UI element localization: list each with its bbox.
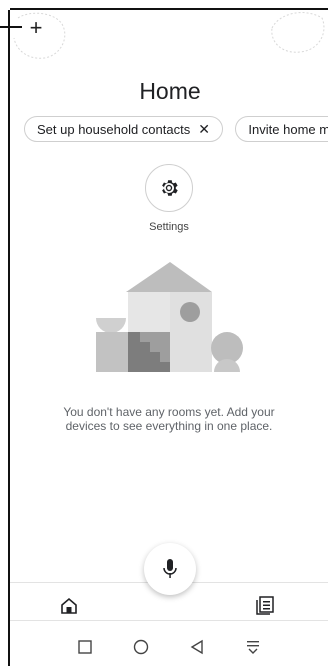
triangle-back-icon: [190, 639, 203, 655]
back-button[interactable]: [188, 638, 206, 656]
suggestion-chips: Set up household contacts ✕ Invite home …: [24, 116, 328, 142]
system-navigation-bar: [10, 620, 328, 666]
nav-home-button[interactable]: [60, 597, 78, 620]
gear-icon: [162, 180, 178, 196]
chip-setup-household-contacts[interactable]: Set up household contacts ✕: [24, 116, 223, 142]
empty-state-message: You don't have any rooms yet. Add your d…: [63, 405, 275, 433]
settings-button[interactable]: [145, 164, 193, 212]
notification-shade-icon: [247, 641, 259, 654]
nav-feed-button[interactable]: [255, 595, 275, 620]
scribble-right: [271, 12, 325, 53]
settings-label: Settings: [149, 221, 189, 233]
mic-button[interactable]: [144, 543, 196, 595]
app-screen: + Home Set up household contacts ✕ Invit…: [0, 0, 328, 666]
close-icon[interactable]: ✕: [198, 121, 210, 138]
chip-label: Set up household contacts: [37, 121, 191, 137]
chip-label: Invite home m: [248, 121, 328, 137]
add-button[interactable]: +: [26, 17, 46, 39]
square-icon: [78, 640, 92, 654]
circle-icon: [133, 639, 149, 655]
chip-invite-home-member[interactable]: Invite home m: [235, 116, 328, 142]
recent-apps-button[interactable]: [76, 638, 94, 656]
empty-home-illustration: [96, 262, 243, 372]
notifications-button[interactable]: [244, 638, 262, 656]
mic-icon: [163, 559, 177, 578]
frame-border-left: [8, 10, 10, 666]
system-home-button[interactable]: [132, 638, 150, 656]
home-icon: [61, 597, 77, 614]
page-title: Home: [139, 78, 201, 104]
feed-icon: [256, 596, 274, 615]
